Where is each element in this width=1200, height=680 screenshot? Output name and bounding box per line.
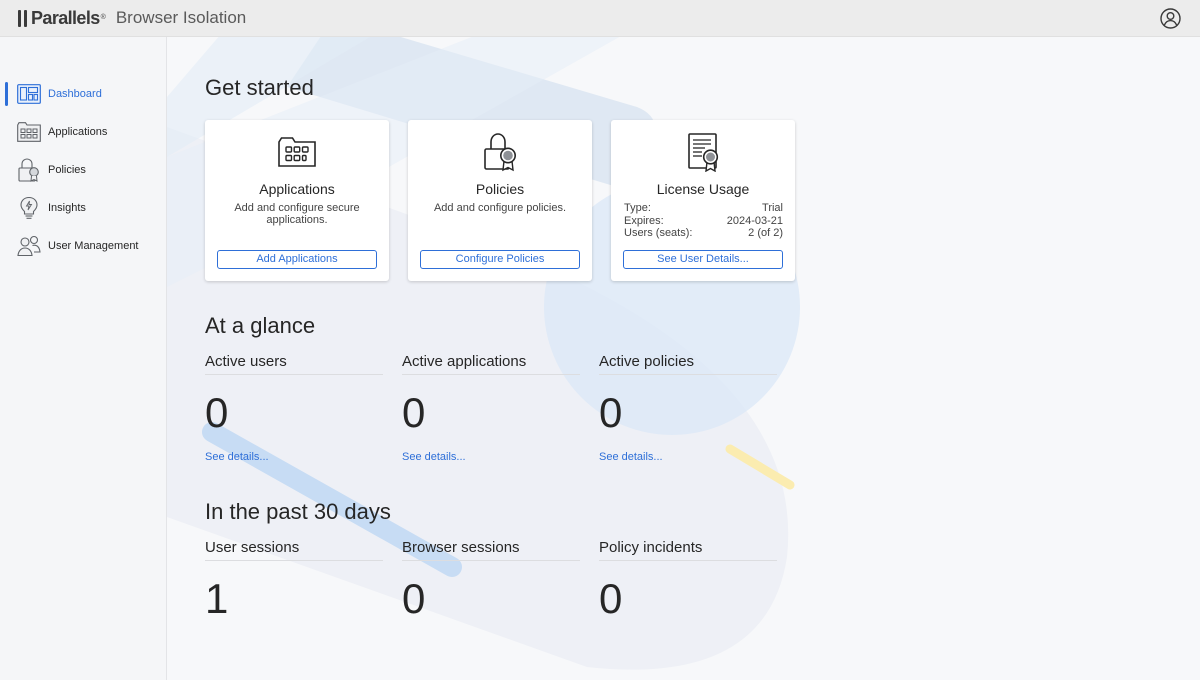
stat-value: 0 [402, 575, 426, 622]
sidebar-item-label: Insights [48, 202, 86, 214]
license-expires-label: Expires: [624, 214, 664, 227]
sidebar-item-user-management[interactable]: User Management [0, 227, 166, 265]
account-icon[interactable] [1159, 7, 1182, 30]
sidebar-item-label: User Management [48, 240, 139, 252]
active-users-stat: Active users 0 See details... [205, 353, 383, 463]
sidebar-item-policies[interactable]: Policies [0, 151, 166, 189]
policy-incidents-stat: Policy incidents 0 [599, 539, 777, 622]
stat-value: 0 [599, 389, 623, 436]
stat-label: Active policies [599, 353, 777, 375]
card-description: Add and configure secure applications. [234, 202, 360, 226]
top-bar: Parallels ® Browser Isolation [0, 0, 1200, 37]
see-details-link[interactable]: See details... [599, 451, 663, 463]
add-applications-button[interactable]: Add Applications [217, 250, 377, 269]
see-details-link[interactable]: See details... [205, 451, 269, 463]
stat-label: User sessions [205, 539, 383, 561]
stat-label: Browser sessions [402, 539, 580, 561]
sidebar-item-label: Policies [48, 164, 86, 176]
license-expires-row: Expires: 2024-03-21 [624, 215, 783, 228]
sidebar-item-dashboard[interactable]: Dashboard [0, 75, 166, 113]
stat-value: 1 [205, 575, 229, 622]
card-description: Add and configure policies. [433, 202, 567, 214]
license-usage-card: License Usage Type: Trial Expires: 2024-… [611, 120, 795, 281]
stat-label: Policy incidents [599, 539, 777, 561]
sidebar-item-label: Dashboard [48, 88, 102, 100]
active-policies-stat: Active policies 0 See details... [599, 353, 777, 463]
policies-card: Policies Add and configure policies. Con… [408, 120, 592, 281]
active-applications-stat: Active applications 0 See details... [402, 353, 580, 463]
card-title: Applications [259, 181, 335, 197]
lightbulb-icon [17, 196, 41, 220]
past-30-days-title: In the past 30 days [205, 499, 391, 524]
license-seats-value: 2 (of 2) [748, 227, 783, 239]
dashboard-icon [17, 82, 41, 106]
see-user-details-button[interactable]: See User Details... [623, 250, 783, 269]
stat-label: Active applications [402, 353, 580, 375]
sidebar-item-label: Applications [48, 126, 108, 138]
card-title: License Usage [656, 181, 750, 197]
brand-name: Parallels [31, 7, 100, 28]
active-indicator [5, 82, 8, 106]
policies-icon [17, 158, 41, 182]
sidebar-item-applications[interactable]: Applications [0, 113, 166, 151]
parallels-logo[interactable]: Parallels ® [18, 8, 106, 29]
sidebar: Dashboard Applications Policies Insights… [0, 37, 167, 680]
logo-mark [18, 9, 27, 27]
policy-lock-icon [480, 132, 520, 172]
configure-policies-button[interactable]: Configure Policies [420, 250, 580, 269]
stat-value: 0 [599, 575, 623, 622]
see-details-link[interactable]: See details... [402, 451, 466, 463]
stat-value: 0 [402, 389, 426, 436]
license-seats-row: Users (seats): 2 (of 2) [624, 227, 783, 240]
license-type-value: Trial [762, 202, 783, 214]
users-icon [17, 234, 41, 258]
license-seats-label: Users (seats): [624, 227, 693, 239]
card-title: Policies [475, 181, 525, 197]
license-expires-value: 2024-03-21 [726, 214, 783, 227]
main-content: Get started Applications Add and configu… [167, 37, 1200, 680]
stat-value: 0 [205, 389, 229, 436]
license-details: Type: Trial Expires: 2024-03-21 Users (s… [624, 202, 783, 240]
registered-mark: ® [100, 13, 106, 21]
browser-sessions-stat: Browser sessions 0 [402, 539, 580, 622]
user-sessions-stat: User sessions 1 [205, 539, 383, 622]
stat-label: Active users [205, 353, 383, 375]
license-certificate-icon [683, 132, 723, 173]
applications-icon [17, 120, 41, 144]
at-a-glance-title: At a glance [205, 313, 316, 338]
get-started-title: Get started [205, 75, 314, 100]
applications-card: Applications Add and configure secure ap… [205, 120, 389, 281]
license-type-row: Type: Trial [624, 202, 783, 215]
applications-folder-icon [277, 132, 317, 172]
license-type-label: Type: [624, 202, 651, 214]
product-name: Browser Isolation [115, 8, 247, 27]
sidebar-item-insights[interactable]: Insights [0, 189, 166, 227]
